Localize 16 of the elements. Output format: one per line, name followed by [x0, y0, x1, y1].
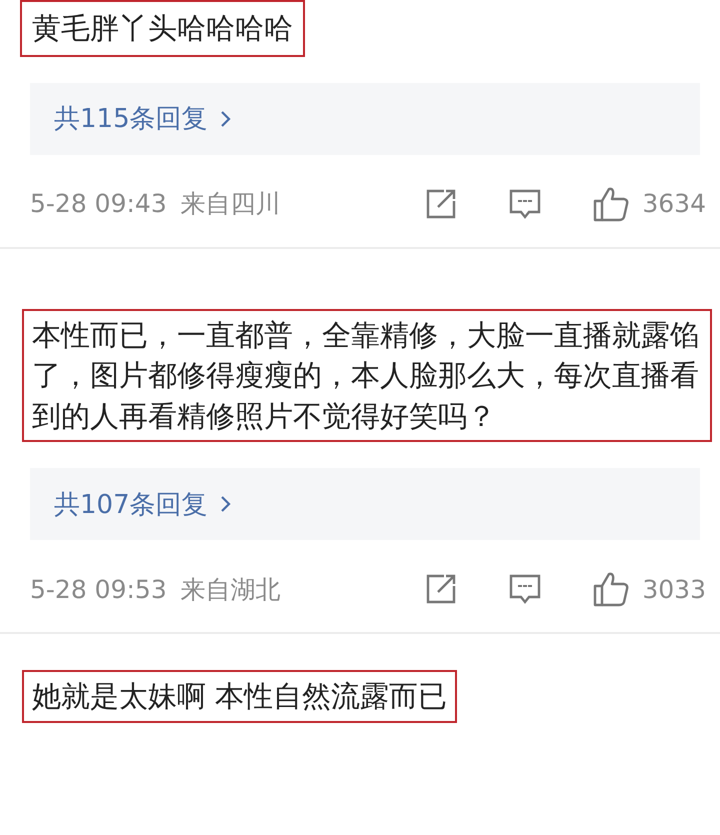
- chevron-icon: [220, 494, 232, 514]
- comment-icon[interactable]: [508, 572, 542, 606]
- like-count: 3033: [642, 574, 706, 604]
- replies-link[interactable]: 共115条回复: [30, 82, 700, 155]
- replies-link[interactable]: 共107条回复: [30, 468, 700, 540]
- comment-text: 她就是太妹啊 本性自然流露而已: [22, 670, 458, 723]
- like-count: 3634: [642, 189, 706, 218]
- comment-location: 来自湖北: [180, 574, 281, 606]
- comment-location: 来自四川: [180, 188, 281, 220]
- thumbs-up-icon[interactable]: [592, 184, 630, 223]
- comment-time: 5-28 09:43: [30, 189, 167, 218]
- comment-time: 5-28 09:53: [30, 574, 167, 604]
- comment-text: 黄毛胖丫头哈哈哈哈: [20, 0, 305, 57]
- thumbs-up-icon[interactable]: [592, 570, 630, 608]
- comment-text: 本性而已，一直都普，全靠精修，大脸一直播就露馅了，图片都修得瘦瘦的，本人脸那么大，每次直播看到的人再看精修照片不觉得好笑吗？: [22, 308, 712, 442]
- chevron-icon: [220, 108, 232, 129]
